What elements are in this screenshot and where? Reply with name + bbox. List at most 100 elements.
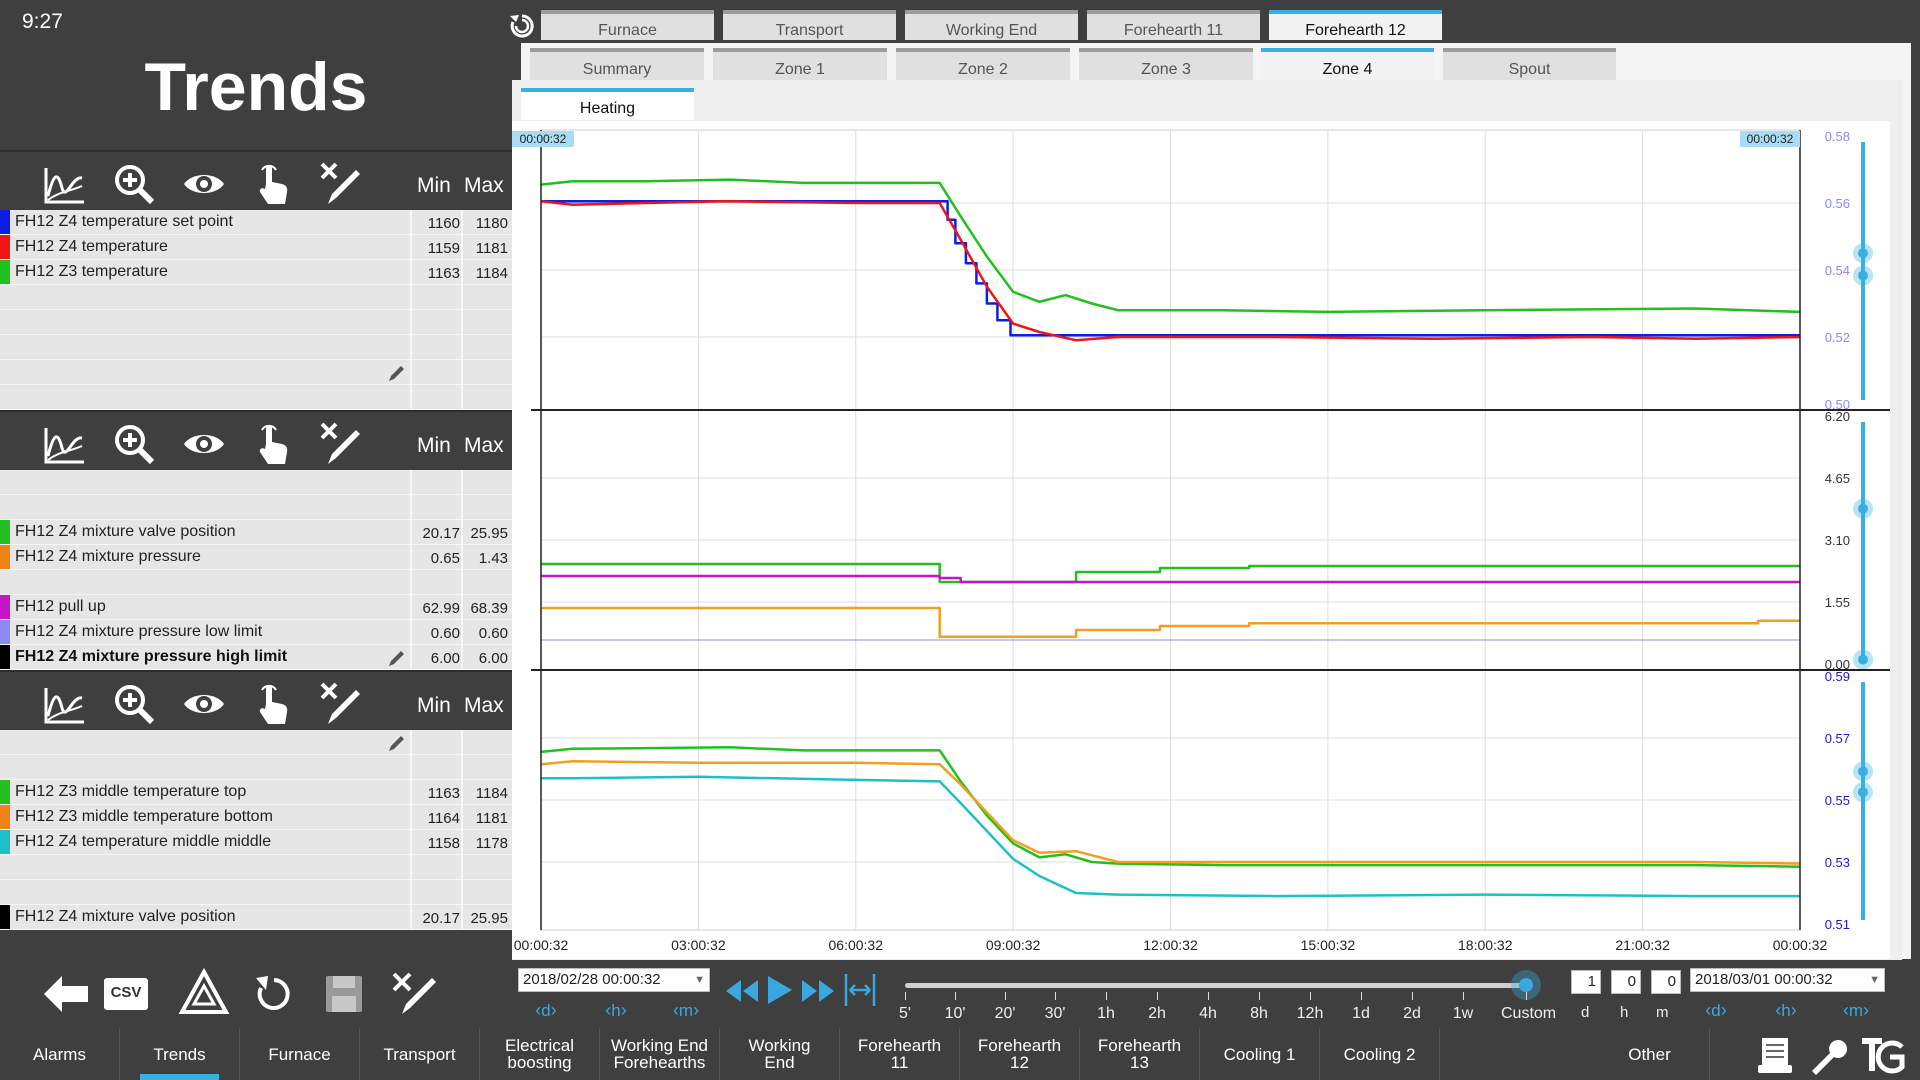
scale-label[interactable]: 4h <box>1183 1005 1233 1023</box>
pen-row[interactable] <box>0 755 512 780</box>
nav-forehearth-12[interactable]: Forehearth 12 <box>960 1028 1080 1080</box>
delete-pen-icon[interactable] <box>320 422 364 466</box>
time-scale-slider-track[interactable] <box>905 983 1525 988</box>
nav-cooling-1[interactable]: Cooling 1 <box>1200 1028 1320 1080</box>
pen-row[interactable]: FH12 Z4 temperature 1159 1181 <box>0 235 512 260</box>
nav-forehearth-11[interactable]: Forehearth 11 <box>840 1028 960 1080</box>
scale-label[interactable]: 10' <box>930 1005 980 1023</box>
tab-zone-2[interactable]: Zone 2 <box>896 48 1070 80</box>
touch-icon[interactable] <box>252 682 296 726</box>
recycle-icon[interactable] <box>178 967 230 1020</box>
nav-working-end-forehearths[interactable]: Working End Forehearths <box>600 1028 720 1080</box>
dropdown-icon[interactable]: ▼ <box>694 969 705 991</box>
pen-row[interactable]: FH12 Z3 middle temperature top 1163 1184 <box>0 780 512 805</box>
csv-button[interactable]: CSV <box>100 968 152 1020</box>
eye-icon[interactable] <box>182 162 226 206</box>
refresh-icon[interactable] <box>508 12 536 40</box>
pen-row[interactable]: FH12 Z3 middle temperature bottom 1164 118… <box>0 805 512 830</box>
pencil-icon[interactable] <box>387 363 407 383</box>
trend-line-icon[interactable] <box>42 162 86 206</box>
touch-icon[interactable] <box>252 422 296 466</box>
scale-label[interactable]: Custom <box>1501 1005 1556 1023</box>
back-arrow-icon[interactable] <box>40 968 92 1020</box>
tab-zone-3[interactable]: Zone 3 <box>1079 48 1253 80</box>
chart-area[interactable]: 0.58 0.56 0.54 0.52 0.50 6.20 4.65 3.10 1.55 0.00… <box>512 121 1890 959</box>
pen-row[interactable]: FH12 Z4 mixture valve position 20.17 25.95 <box>0 905 512 930</box>
report-icon[interactable] <box>1754 1035 1796 1077</box>
pen-row[interactable] <box>0 335 512 360</box>
pen-row[interactable] <box>0 495 512 520</box>
nav-transport[interactable]: Transport <box>360 1028 480 1080</box>
trend-line-icon[interactable] <box>42 422 86 466</box>
duration-minutes-input[interactable]: 0 <box>1651 970 1681 994</box>
nav-hour-start[interactable]: ‹h› <box>590 1000 642 1024</box>
start-date-field[interactable]: 2018/02/28 00:00:32 ▼ <box>518 968 710 992</box>
rewind-icon[interactable] <box>724 976 760 1006</box>
pen-row[interactable]: FH12 Z4 mixture pressure low limit 0.60 0.… <box>0 620 512 645</box>
tab-spout[interactable]: Spout <box>1443 48 1616 80</box>
tab-working-end[interactable]: Working End <box>905 10 1078 40</box>
scale-label[interactable]: 2d <box>1387 1005 1437 1023</box>
pen-row[interactable]: FH12 Z4 mixture valve position 20.17 25.95 <box>0 520 512 545</box>
duration-hours-input[interactable]: 0 <box>1611 970 1641 994</box>
scale-label[interactable]: 8h <box>1234 1005 1284 1023</box>
nav-forehearth-13[interactable]: Forehearth 13 <box>1080 1028 1200 1080</box>
wrench-icon[interactable] <box>1806 1035 1848 1077</box>
zoom-icon[interactable] <box>112 682 156 726</box>
fit-range-icon[interactable] <box>842 972 878 1008</box>
scale-label[interactable]: 1w <box>1438 1005 1488 1023</box>
fast-forward-icon[interactable] <box>800 976 836 1006</box>
zoom-icon[interactable] <box>112 422 156 466</box>
trend-line-icon[interactable] <box>42 682 86 726</box>
nav-day-end[interactable]: ‹d› <box>1690 1000 1742 1024</box>
pen-row[interactable]: FH12 Z4 temperature set point 1160 1180 <box>0 210 512 235</box>
nav-other[interactable]: Other <box>1590 1028 1710 1080</box>
tab-zone-1[interactable]: Zone 1 <box>713 48 887 80</box>
touch-icon[interactable] <box>252 162 296 206</box>
pen-row[interactable] <box>0 310 512 335</box>
tab-heating[interactable]: Heating <box>521 88 694 120</box>
pen-row[interactable]: FH12 Z4 mixture pressure 0.65 1.43 <box>0 545 512 570</box>
refresh-icon[interactable] <box>248 968 300 1020</box>
tab-summary[interactable]: Summary <box>530 48 704 80</box>
dropdown-icon[interactable]: ▼ <box>1869 969 1880 991</box>
scale-label[interactable]: 2h <box>1132 1005 1182 1023</box>
pen-row[interactable] <box>0 385 512 410</box>
pen-row[interactable] <box>0 880 512 905</box>
pen-row[interactable] <box>0 570 512 595</box>
scale-label[interactable]: 1h <box>1081 1005 1131 1023</box>
scale-label[interactable]: 30' <box>1030 1005 1080 1023</box>
tab-forehearth-11[interactable]: Forehearth 11 <box>1087 10 1260 40</box>
scale-label[interactable]: 1d <box>1336 1005 1386 1023</box>
play-icon[interactable] <box>764 974 794 1006</box>
pen-row[interactable] <box>0 730 512 755</box>
delete-pen-icon[interactable] <box>320 682 364 726</box>
pen-row[interactable]: FH12 pull up 62.99 68.39 <box>0 595 512 620</box>
pen-row[interactable]: FH12 Z4 temperature middle middle 1158 117… <box>0 830 512 855</box>
pen-row[interactable] <box>0 285 512 310</box>
pen-row[interactable] <box>0 855 512 880</box>
nav-hour-end[interactable]: ‹h› <box>1760 1000 1812 1024</box>
nav-furnace[interactable]: Furnace <box>240 1028 360 1080</box>
tab-zone-4[interactable]: Zone 4 <box>1261 48 1434 80</box>
eye-icon[interactable] <box>182 422 226 466</box>
nav-cooling-2[interactable]: Cooling 2 <box>1320 1028 1440 1080</box>
nav-minute-start[interactable]: ‹m› <box>660 1000 712 1024</box>
pen-row[interactable] <box>0 470 512 495</box>
nav-trends[interactable]: Trends <box>120 1028 240 1080</box>
tab-forehearth-12[interactable]: Forehearth 12 <box>1269 10 1442 40</box>
pen-row[interactable]: FH12 Z4 mixture pressure high limit 6.00 6… <box>0 645 512 670</box>
delete-pen-icon[interactable] <box>320 162 364 206</box>
pencil-icon[interactable] <box>387 733 407 753</box>
nav-working-end[interactable]: Working End <box>720 1028 840 1080</box>
scale-label[interactable]: 20' <box>980 1005 1030 1023</box>
zoom-icon[interactable] <box>112 162 156 206</box>
pen-row[interactable]: FH12 Z3 temperature 1163 1184 <box>0 260 512 285</box>
delete-pen-icon[interactable] <box>388 968 440 1020</box>
scale-label[interactable]: 5' <box>880 1005 930 1023</box>
duration-days-input[interactable]: 1 <box>1571 970 1601 994</box>
nav-alarms[interactable]: Alarms <box>0 1028 120 1080</box>
end-date-field[interactable]: 2018/03/01 00:00:32 ▼ <box>1690 968 1885 992</box>
trend-charts[interactable]: 0.580.560.540.520.506.204.653.101.550.00… <box>512 121 1890 959</box>
pen-row[interactable] <box>0 360 512 385</box>
